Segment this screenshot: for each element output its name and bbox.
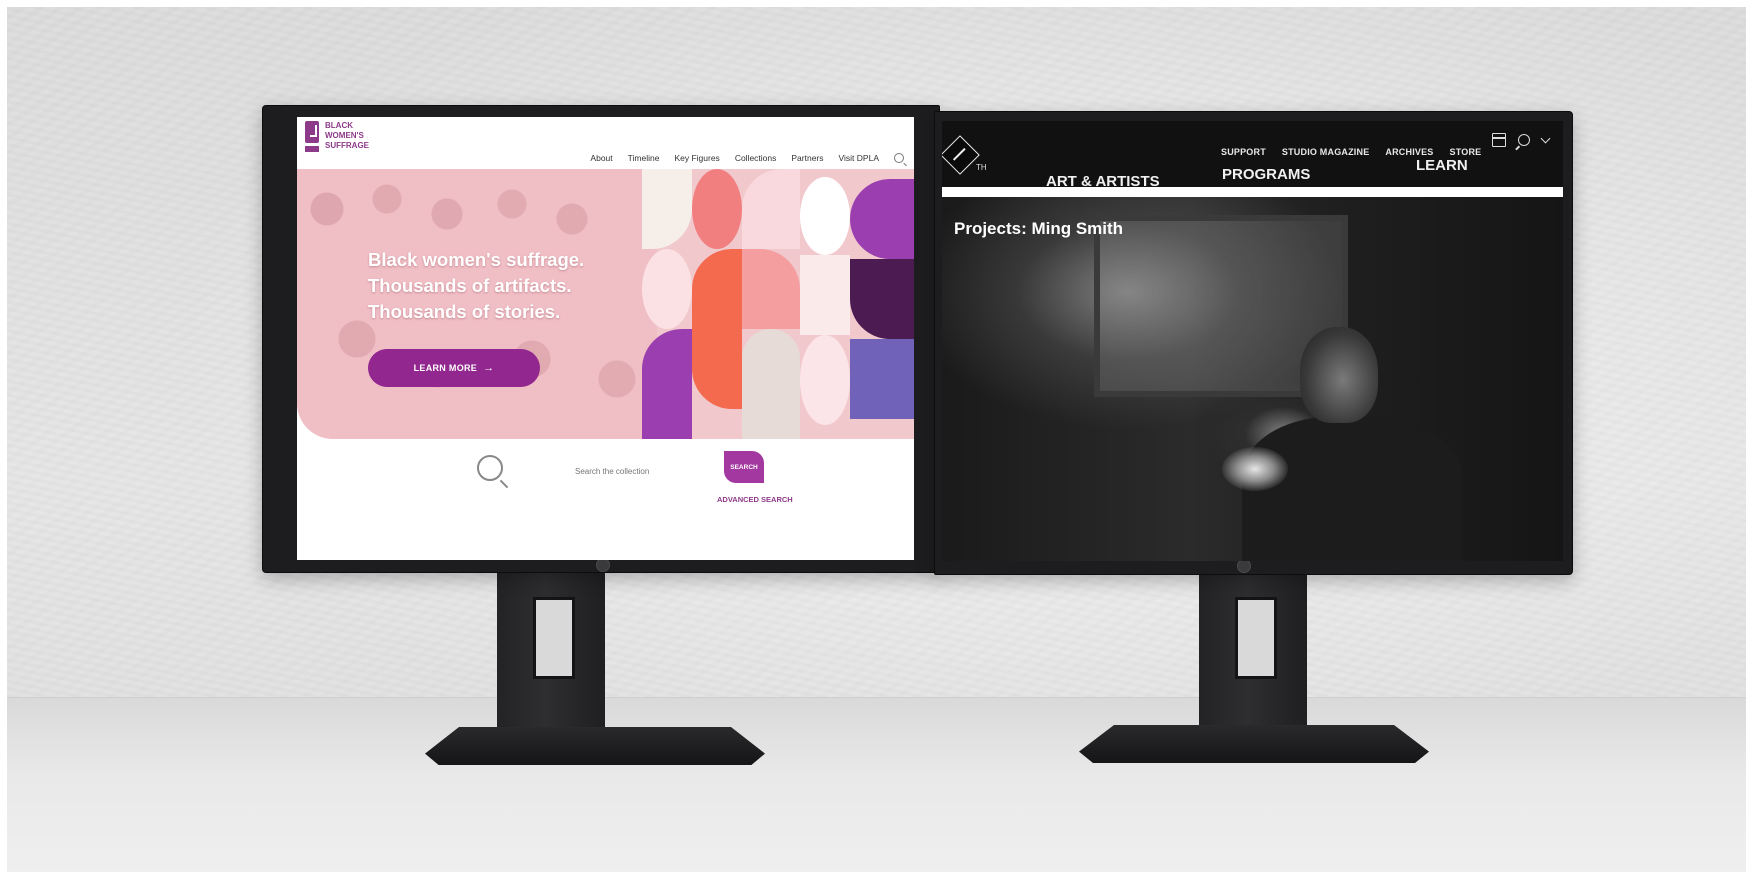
video-figure-body [1242, 417, 1462, 561]
right-screen-studio-museum: TH SUPPORT STUDIO MAGAZINE ARCHIVES STOR… [942, 121, 1563, 561]
stand-cable-hole [1235, 597, 1277, 679]
nav-learn[interactable]: LEARN [1416, 157, 1468, 174]
main-nav: About Timeline Key Figures Collections P… [590, 153, 904, 163]
logo-line: SUFFRAGE [325, 141, 369, 150]
nav-visit-dpla[interactable]: Visit DPLA [839, 153, 879, 163]
hero-line: Thousands of stories. [368, 301, 561, 322]
nav-timeline[interactable]: Timeline [628, 153, 660, 163]
logo-line: WOMEN'S [325, 131, 364, 140]
logo-line: BLACK [325, 121, 353, 130]
hp-logo-icon [596, 558, 610, 572]
bws-logo-icon[interactable] [305, 121, 319, 143]
nav-collections[interactable]: Collections [735, 153, 777, 163]
right-monitor-base [1079, 725, 1429, 763]
studio-museum-logo-icon[interactable] [942, 135, 980, 175]
dpla-badge [305, 146, 319, 152]
calendar-icon[interactable] [1492, 133, 1506, 147]
video-light-glow [1222, 447, 1288, 491]
search-icon[interactable] [894, 153, 904, 163]
collection-search-input[interactable] [573, 463, 697, 479]
right-monitor-stand [1199, 563, 1307, 731]
video-figure-head [1300, 327, 1378, 423]
nav-studio-magazine[interactable]: STUDIO MAGAZINE [1282, 147, 1370, 157]
floor [7, 697, 1746, 872]
search-icon [477, 455, 503, 481]
hero-headline: Black women's suffrage. Thousands of art… [368, 247, 584, 325]
site-header: TH SUPPORT STUDIO MAGAZINE ARCHIVES STOR… [942, 121, 1563, 190]
hero-line: Thousands of artifacts. [368, 275, 572, 296]
left-screen-black-womens-suffrage: BLACK WOMEN'S SUFFRAGE About Timeline Ke… [297, 117, 914, 560]
left-monitor-stand [497, 563, 605, 731]
video-player[interactable]: Projects: Ming Smith [942, 197, 1563, 561]
nav-archives[interactable]: ARCHIVES [1385, 147, 1433, 157]
header-icons [1492, 133, 1551, 147]
stand-cable-hole [533, 597, 575, 679]
hero-geometric-pattern [642, 169, 914, 439]
collection-search: SEARCH ADVANCED SEARCH [297, 447, 914, 560]
desk-scene: BLACK WOMEN'S SUFFRAGE About Timeline Ke… [7, 7, 1746, 872]
video-title: Projects: Ming Smith [954, 219, 1124, 238]
search-button[interactable]: SEARCH [724, 451, 764, 483]
nav-store[interactable]: STORE [1450, 147, 1482, 157]
utility-nav: SUPPORT STUDIO MAGAZINE ARCHIVES STORE [1221, 147, 1481, 157]
hero-line: Black women's suffrage. [368, 249, 585, 270]
nav-programs[interactable]: PROGRAMS [1222, 166, 1310, 183]
site-logo-text[interactable]: BLACK WOMEN'S SUFFRAGE [325, 121, 385, 151]
learn-more-button[interactable]: LEARN MORE → [368, 349, 540, 387]
hp-logo-icon [1237, 559, 1251, 573]
arrow-right-icon: → [483, 362, 495, 374]
header-divider [942, 187, 1563, 197]
nav-key-figures[interactable]: Key Figures [674, 153, 719, 163]
learn-more-label: LEARN MORE [413, 363, 478, 373]
nav-about[interactable]: About [590, 153, 612, 163]
nav-partners[interactable]: Partners [791, 153, 823, 163]
search-icon[interactable] [1518, 134, 1530, 146]
nav-support[interactable]: SUPPORT [1221, 147, 1266, 157]
left-monitor-base [425, 727, 765, 765]
main-nav: ART & ARTISTS PROGRAMS LEARN [1046, 157, 1516, 190]
chevron-down-icon[interactable] [1540, 133, 1551, 143]
hero-banner: Black women's suffrage. Thousands of art… [297, 169, 914, 439]
site-header: BLACK WOMEN'S SUFFRAGE About Timeline Ke… [297, 117, 914, 173]
advanced-search-link[interactable]: ADVANCED SEARCH [717, 495, 793, 504]
logo-suffix: TH [976, 163, 987, 172]
